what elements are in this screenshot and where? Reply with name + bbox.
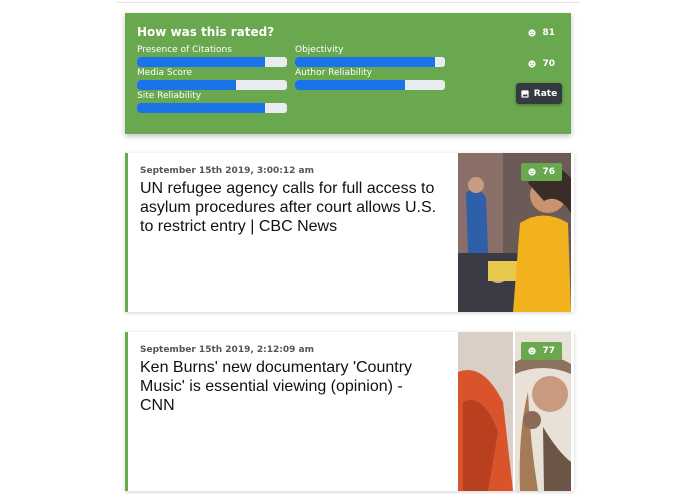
progress-bar [137,103,287,113]
article-score: 76 [542,167,555,177]
article-headline[interactable]: Ken Burns' new documentary 'Country Musi… [140,358,440,415]
article-thumbnail[interactable]: 77 [458,332,571,491]
progress-bar [295,57,445,67]
progress-bar [137,80,287,90]
article-card[interactable]: September 15th 2019, 3:00:12 am UN refug… [125,153,574,312]
progress-fill [295,80,405,90]
rating-panel: How was this rated? Presence of Citation… [125,13,571,134]
article-headline[interactable]: UN refugee agency calls for full access … [140,179,440,236]
score-value: 70 [542,59,555,69]
metric-objectivity: Objectivity [295,45,445,67]
rating-panel-title: How was this rated? [137,25,275,39]
article-score-badge: 77 [521,342,562,360]
progress-bar [295,80,445,90]
progress-fill [137,80,236,90]
metric-label: Objectivity [295,45,344,55]
metric-presence-of-citations: Presence of Citations [137,45,287,67]
metric-author-reliability: Author Reliability [295,68,445,90]
progress-fill [137,103,265,113]
article-card[interactable]: September 15th 2019, 2:12:09 am Ken Burn… [125,332,574,491]
smiley-icon [528,29,537,37]
progress-bar [137,57,287,67]
metric-label: Site Reliability [137,91,202,101]
smiley-icon [528,168,537,176]
article-date: September 15th 2019, 3:00:12 am [140,166,314,176]
rate-button[interactable]: Rate [516,83,562,104]
smiley-icon [528,60,537,68]
metric-label: Author Reliability [295,68,373,78]
metric-label: Media Score [137,68,193,78]
article-score-badge: 76 [521,163,562,181]
top-divider [117,2,580,3]
smiley-icon [528,347,537,355]
metric-site-reliability: Site Reliability [137,91,287,113]
rate-button-label: Rate [533,88,558,99]
progress-fill [137,57,265,67]
score-overall: 81 [528,28,555,38]
score-secondary: 70 [528,59,555,69]
article-thumbnail[interactable]: 76 [458,153,571,312]
progress-fill [295,57,435,67]
article-date: September 15th 2019, 2:12:09 am [140,345,314,355]
metric-media-score: Media Score [137,68,287,90]
article-score: 77 [542,346,555,356]
image-icon [521,89,529,98]
score-value: 81 [542,28,555,38]
metric-label: Presence of Citations [137,45,232,55]
